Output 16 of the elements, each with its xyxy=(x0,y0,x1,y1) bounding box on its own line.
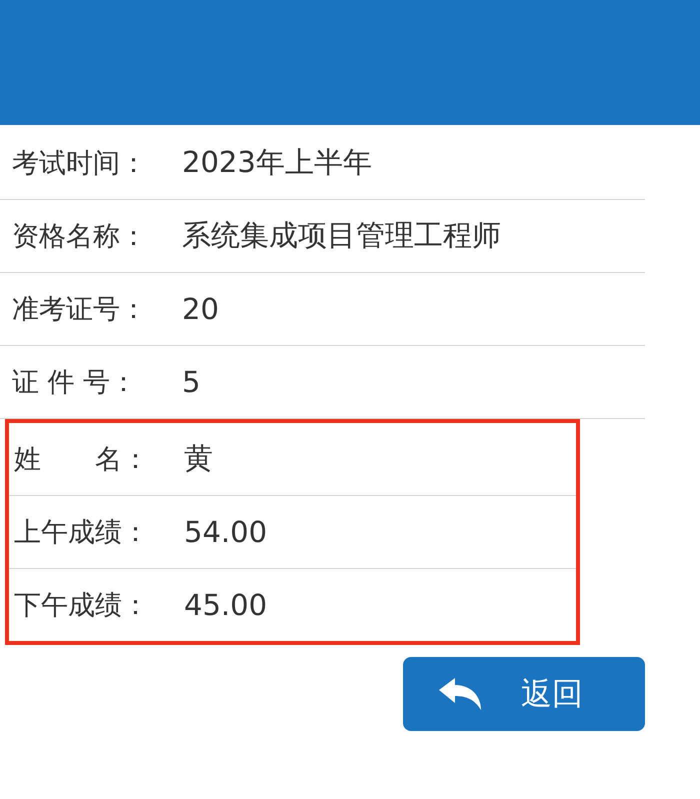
field-value: 2023年上半年 xyxy=(182,144,372,181)
field-value: 54.00 xyxy=(184,515,268,549)
field-value: 黄 xyxy=(184,440,213,477)
field-value: 20 xyxy=(182,292,219,326)
field-label: 上午成绩： xyxy=(14,516,150,550)
field-label: 准考证号： xyxy=(12,293,148,327)
field-label: 资格名称： xyxy=(12,220,148,254)
field-label: 证 件 号： xyxy=(12,366,138,400)
field-value: 系统集成项目管理工程师 xyxy=(182,217,501,254)
field-value: 5 xyxy=(182,365,200,399)
field-value: 45.00 xyxy=(184,588,268,622)
field-label: 考试时间： xyxy=(12,147,148,181)
field-label: 姓 名： xyxy=(14,443,150,477)
field-label: 下午成绩： xyxy=(14,589,150,623)
back-button[interactable]: 返回 xyxy=(403,657,645,731)
reply-arrow-icon xyxy=(437,676,483,712)
